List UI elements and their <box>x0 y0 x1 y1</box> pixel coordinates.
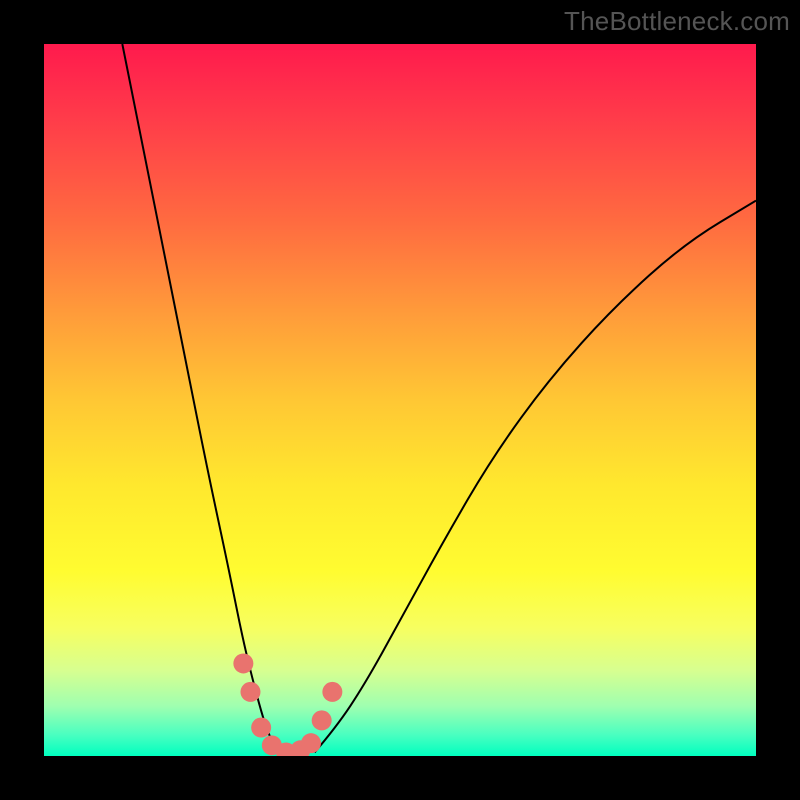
watermark-text: TheBottleneck.com <box>564 6 790 37</box>
trough-marker <box>240 682 260 702</box>
left-curve-path <box>122 44 279 752</box>
trough-markers-group <box>233 653 342 756</box>
trough-marker <box>233 653 253 673</box>
trough-marker <box>262 735 282 755</box>
trough-marker <box>322 682 342 702</box>
trough-marker <box>276 742 296 756</box>
trough-marker <box>312 710 332 730</box>
series-left-curve <box>122 44 279 752</box>
plot-area <box>44 44 756 756</box>
chart-svg <box>44 44 756 756</box>
trough-marker <box>301 733 321 753</box>
trough-marker <box>290 740 310 756</box>
right-curve-path <box>315 201 756 753</box>
series-right-curve <box>315 201 756 753</box>
trough-marker <box>251 718 271 738</box>
chart-frame: TheBottleneck.com <box>0 0 800 800</box>
